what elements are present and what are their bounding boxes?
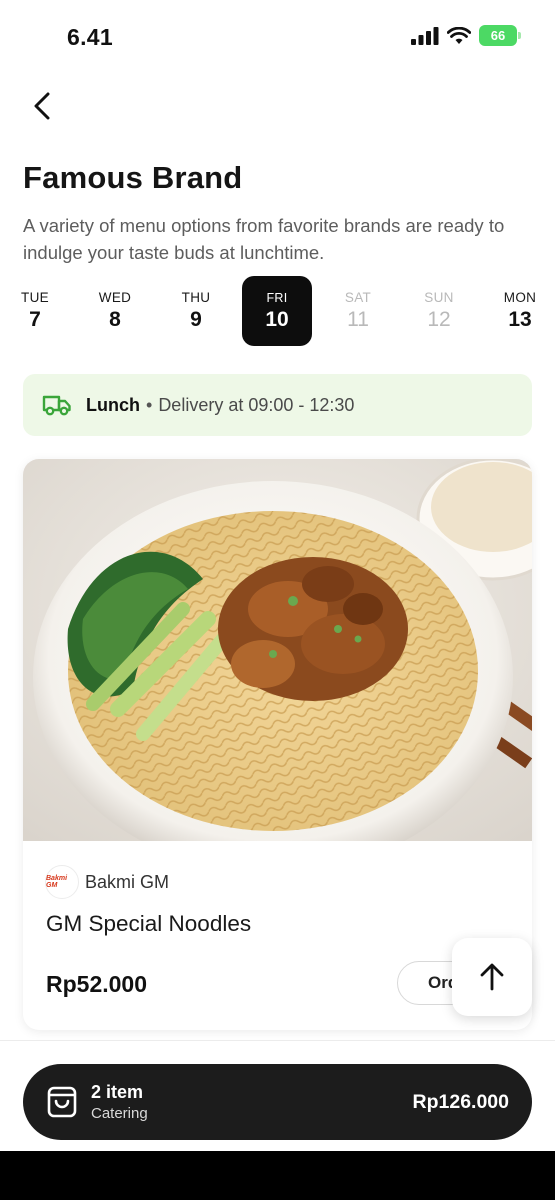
day-name: SAT [344,290,372,305]
day-wed[interactable]: WED 8 [80,276,150,346]
day-name: THU [181,290,211,305]
home-indicator-area [0,1151,555,1200]
day-thu[interactable]: THU 9 [161,276,231,346]
product-price: Rp52.000 [46,971,148,997]
day-name: MON [503,290,537,305]
day-sun: SUN 12 [404,276,474,346]
battery-icon: 66 [479,25,521,46]
day-sat: SAT 11 [323,276,393,346]
battery-level: 66 [490,28,506,43]
delivery-window: Delivery at 09:00 - 12:30 [158,394,355,415]
cart-bar[interactable]: 2 item Catering Rp126.000 [23,1064,532,1140]
page-title: Famous Brand [23,160,243,195]
meal-label: Lunch [86,394,140,415]
cart-total: Rp126.000 [412,1091,509,1113]
cart-label: Catering [91,1105,148,1122]
back-icon [34,92,50,120]
brand-row: Bakmi GM Bakmi GM [45,865,169,899]
product-name: GM Special Noodles [46,911,252,936]
day-number: 11 [347,308,369,331]
day-number: 10 [265,307,289,331]
day-mon[interactable]: MON 13 [485,276,555,346]
scroll-to-top-button[interactable] [452,938,532,1016]
product-image [23,459,532,841]
wifi-icon [447,26,471,44]
day-number: 9 [190,308,202,331]
day-fri[interactable]: FRI 10 [242,276,312,346]
separator: • [146,394,153,415]
divider [0,1040,555,1041]
day-number: 8 [109,308,121,331]
day-number: 12 [427,308,451,331]
page-subtitle: A variety of menu options from favorite … [23,215,505,263]
day-name: TUE [21,290,49,305]
day-name: FRI [266,290,288,305]
day-tue[interactable]: TUE 7 [0,276,70,346]
status-bar: 6.41 66 [0,0,555,70]
day-picker: TUE 7 WED 8 THU 9 FRI 10 SAT 11 SUN 12 M… [0,276,555,346]
arrow-up-icon [480,963,504,991]
delivery-banner: Lunch • Delivery at 09:00 - 12:30 [23,374,532,436]
status-time: 6.41 [67,24,113,50]
day-name: WED [98,290,132,305]
cart-item-count: 2 item [91,1082,144,1102]
status-icons: 66 [411,25,521,46]
brand-logo: Bakmi GM [45,865,79,899]
day-number: 13 [508,308,532,331]
delivery-truck-icon [42,395,71,416]
day-number: 7 [29,308,41,331]
brand-name: Bakmi GM [85,871,170,892]
day-name: SUN [424,290,454,305]
back-button[interactable] [24,88,60,124]
shopping-bag-icon [47,1086,77,1118]
signal-icon [411,26,439,45]
